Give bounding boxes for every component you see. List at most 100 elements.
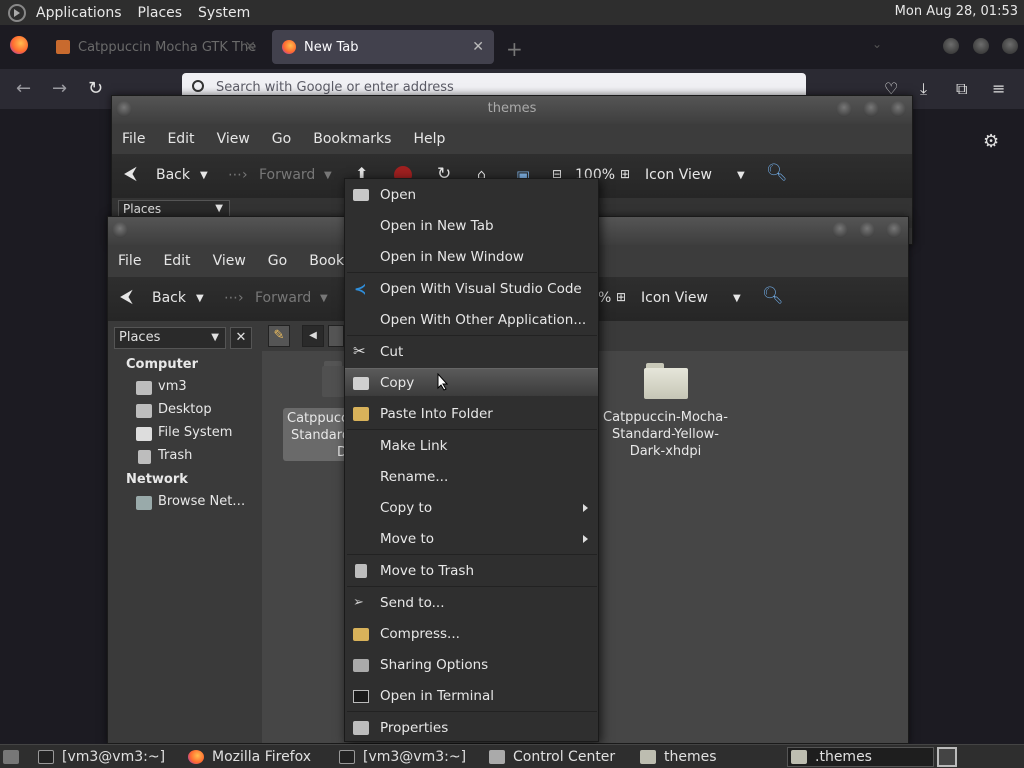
settings-gear-icon[interactable]: ⚙ <box>983 131 999 152</box>
menu-view[interactable]: View <box>217 131 250 147</box>
menu-item-move-to[interactable]: Move to <box>345 525 598 553</box>
close-tab-icon[interactable]: ✕ <box>472 39 484 55</box>
forward-dropdown-icon[interactable]: ▼ <box>324 170 332 181</box>
menu-item-copy[interactable]: Copy <box>345 368 598 396</box>
menu-edit[interactable]: Edit <box>167 131 194 147</box>
menu-item-open-in-new-window[interactable]: Open in New Window <box>345 243 598 271</box>
extensions-icon[interactable]: ⧉ <box>956 79 967 99</box>
new-tab-plus-icon[interactable]: + <box>506 37 523 61</box>
places-select[interactable]: Places ▼ <box>114 327 226 349</box>
system-menu[interactable]: System <box>198 5 250 21</box>
menu-item-paste-into-folder[interactable]: Paste Into Folder <box>345 400 598 428</box>
menu-item-properties[interactable]: Properties <box>345 714 598 742</box>
view-mode-dropdown-icon[interactable]: ▼ <box>737 170 745 181</box>
list-tabs-chevron-icon[interactable]: ⌄ <box>872 37 882 51</box>
window-menu-button[interactable] <box>116 101 132 117</box>
menu-item-send-to[interactable]: ➢ Send to... <box>345 589 598 617</box>
close-button[interactable] <box>890 101 906 117</box>
menu-item-copy-to[interactable]: Copy to <box>345 494 598 522</box>
close-sidebar-button[interactable]: ✕ <box>230 327 252 349</box>
taskbar-item-terminal-2[interactable]: [vm3@vm3:~] <box>339 747 466 767</box>
maximize-button[interactable] <box>859 222 875 238</box>
menu-file[interactable]: File <box>118 253 141 269</box>
maximize-button[interactable] <box>863 101 879 117</box>
forward-arrow-icon[interactable]: ⋯› <box>224 290 244 306</box>
close-button[interactable] <box>1002 38 1018 54</box>
back-dropdown-icon[interactable]: ▼ <box>200 170 208 181</box>
menu-help[interactable]: Help <box>413 131 445 147</box>
back-button[interactable]: Back <box>152 290 186 306</box>
back-arrow-icon[interactable]: ⮜ <box>124 163 137 184</box>
zoom-in-icon[interactable]: ⊞ <box>620 167 630 181</box>
hamburger-menu-icon[interactable]: ≡ <box>992 79 1005 98</box>
window-menu-button[interactable] <box>112 222 128 238</box>
sidebar-item-desktop[interactable]: Desktop <box>158 402 212 417</box>
clock[interactable]: Mon Aug 28, 01:53 <box>895 4 1018 19</box>
back-button[interactable]: Back <box>156 167 190 183</box>
menu-bookmarks[interactable]: Bookmarks <box>313 131 391 147</box>
maximize-button[interactable] <box>973 38 989 54</box>
view-mode-dropdown-icon[interactable]: ▼ <box>733 293 741 304</box>
menu-file[interactable]: File <box>122 131 145 147</box>
taskbar-item-themes[interactable]: themes <box>640 747 717 767</box>
path-home-icon[interactable] <box>328 325 344 347</box>
sidebar-item-file-system[interactable]: File System <box>158 425 232 440</box>
close-tab-icon[interactable]: ✕ <box>244 39 256 55</box>
sidebar-item-browse-network[interactable]: Browse Net… <box>158 494 245 509</box>
taskbar-item-terminal-1[interactable]: [vm3@vm3:~] <box>38 747 165 767</box>
menu-edit[interactable]: Edit <box>163 253 190 269</box>
menu-item-sharing-options[interactable]: Sharing Options <box>345 651 598 679</box>
minimize-button[interactable] <box>832 222 848 238</box>
menu-item-open-with-vscode[interactable]: ≺ Open With Visual Studio Code <box>345 275 598 303</box>
menu-item-open[interactable]: Open <box>345 181 598 209</box>
zoom-in-icon[interactable]: ⊞ <box>616 290 626 304</box>
menu-item-rename[interactable]: Rename... <box>345 463 598 491</box>
tab-new-tab[interactable]: New Tab ✕ <box>272 30 494 64</box>
zoom-level[interactable]: % <box>598 290 611 306</box>
sidebar-item-vm3[interactable]: vm3 <box>158 379 187 394</box>
window-titlebar[interactable]: themes <box>112 96 912 124</box>
view-mode-select[interactable]: Icon View <box>641 290 708 306</box>
forward-dropdown-icon[interactable]: ▼ <box>320 293 328 304</box>
back-arrow-icon[interactable]: ← <box>16 78 31 99</box>
minimize-button[interactable] <box>943 38 959 54</box>
applications-menu[interactable]: Applications <box>36 5 122 21</box>
menu-item-open-in-new-tab[interactable]: Open in New Tab <box>345 212 598 240</box>
places-menu[interactable]: Places <box>138 5 183 21</box>
edit-location-icon[interactable]: ✎ <box>268 325 290 347</box>
url-bar[interactable]: Search with Google or enter address <box>182 73 806 97</box>
forward-arrow-icon[interactable]: ⋯› <box>228 167 248 183</box>
forward-arrow-icon[interactable]: → <box>52 78 67 99</box>
search-icon[interactable]: 🔍︎ <box>766 163 788 183</box>
taskbar-item-firefox[interactable]: Mozilla Firefox <box>188 747 311 767</box>
workspace-switcher[interactable] <box>937 747 957 767</box>
menu-go[interactable]: Go <box>272 131 291 147</box>
menu-item-cut[interactable]: ✂ Cut <box>345 338 598 366</box>
taskbar-item-dot-themes[interactable]: .themes <box>787 747 934 767</box>
show-desktop-icon[interactable] <box>3 747 27 767</box>
folder-icon[interactable] <box>644 363 688 399</box>
mate-logo-icon[interactable] <box>8 3 26 22</box>
menu-item-open-with-other[interactable]: Open With Other Application... <box>345 306 598 334</box>
back-arrow-icon[interactable]: ⮜ <box>120 286 133 307</box>
file-name[interactable]: Catppuccin-Mocha- Standard-Yellow- Dark-… <box>598 409 733 460</box>
menu-item-make-link[interactable]: Make Link <box>345 432 598 460</box>
forward-button[interactable]: Forward <box>259 167 315 183</box>
path-left-icon[interactable]: ◀ <box>302 325 324 347</box>
forward-button[interactable]: Forward <box>255 290 311 306</box>
taskbar-item-control-center[interactable]: Control Center <box>489 747 615 767</box>
menu-item-compress[interactable]: Compress... <box>345 620 598 648</box>
firefox-view-icon[interactable] <box>10 36 28 54</box>
close-button[interactable] <box>886 222 902 238</box>
menu-item-open-in-terminal[interactable]: Open in Terminal <box>345 682 598 710</box>
sidebar-item-trash[interactable]: Trash <box>158 448 192 463</box>
menu-go[interactable]: Go <box>268 253 287 269</box>
back-dropdown-icon[interactable]: ▼ <box>196 293 204 304</box>
view-mode-select[interactable]: Icon View <box>645 167 712 183</box>
menu-item-move-to-trash[interactable]: Move to Trash <box>345 557 598 585</box>
menu-view[interactable]: View <box>213 253 246 269</box>
download-icon[interactable]: ⤓ <box>920 79 927 99</box>
minimize-button[interactable] <box>836 101 852 117</box>
file-name[interactable]: Catppucc Standard Da <box>283 410 355 461</box>
search-icon[interactable]: 🔍︎ <box>762 286 784 306</box>
